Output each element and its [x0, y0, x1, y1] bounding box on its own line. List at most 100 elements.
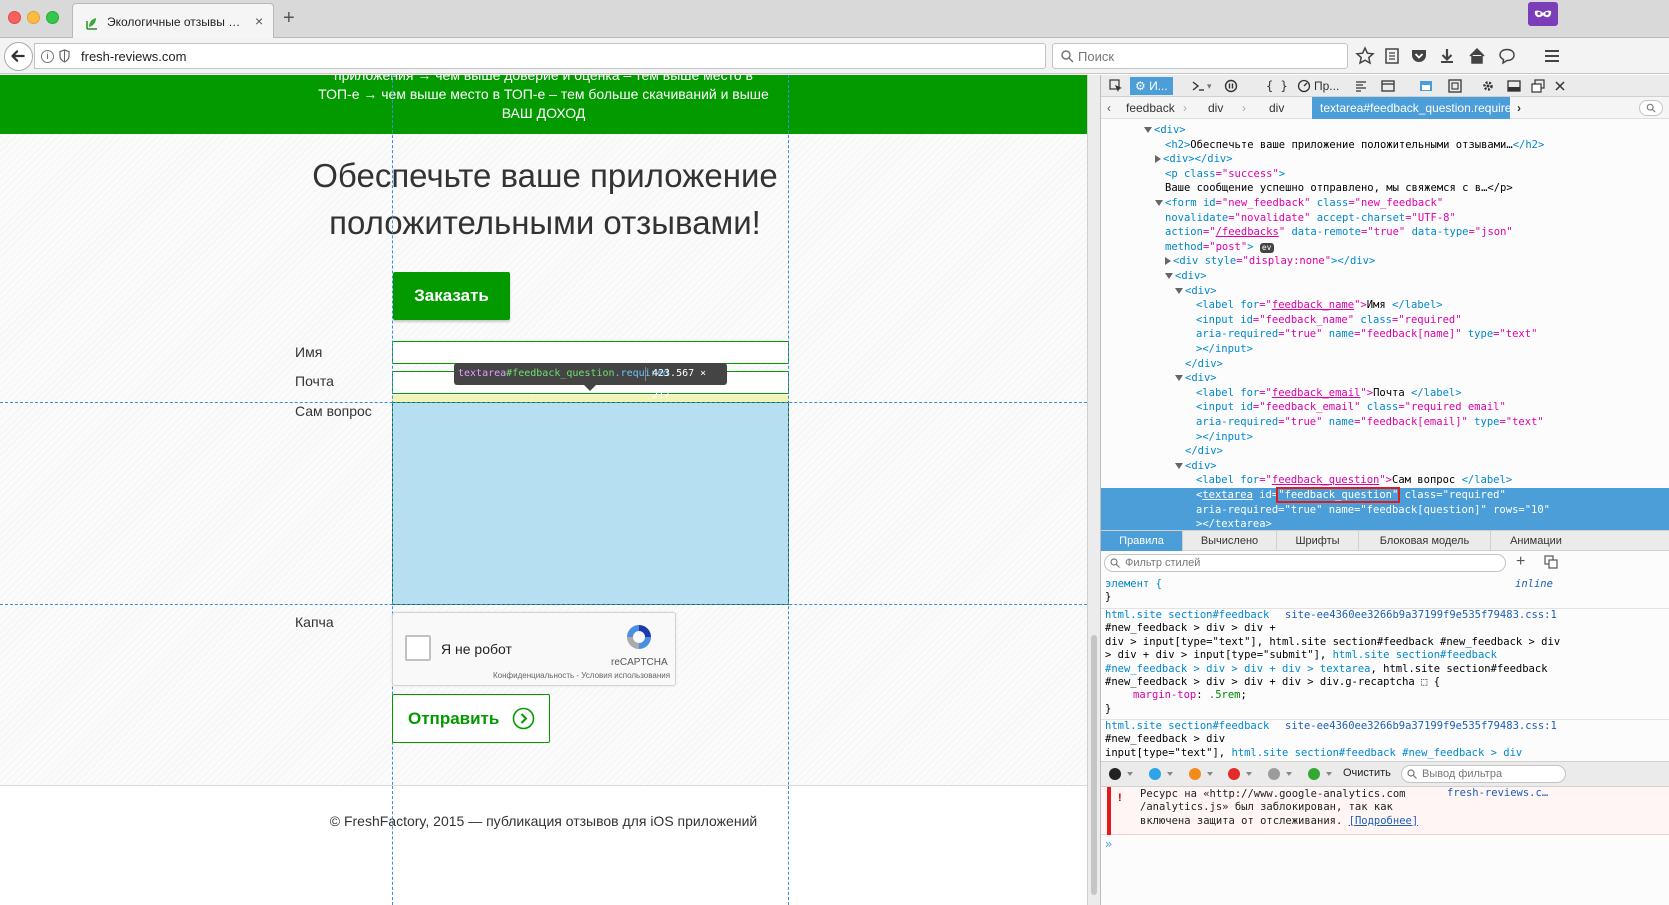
markup-node[interactable]: <input id="feedback_email" class="requir…	[1101, 400, 1669, 415]
markup-node[interactable]: action="/feedbacks" data-remote="true" d…	[1101, 225, 1669, 240]
undock-icon[interactable]	[1531, 79, 1545, 93]
style-filter-input[interactable]: Фильтр стилей	[1104, 554, 1506, 572]
dropdown-icon[interactable]	[1127, 772, 1133, 776]
rule-selector[interactable]: #new_feedback > div > div +	[1105, 622, 1665, 635]
info-icon[interactable]: i	[41, 50, 54, 63]
tab-performance[interactable]: Пр...	[1314, 77, 1339, 95]
rule-selector[interactable]: #new_feedback > div	[1105, 733, 1665, 746]
tab-box-model[interactable]: Блоковая модель	[1359, 531, 1491, 551]
markup-node[interactable]: <h2>Обеспечьте ваше приложение положител…	[1101, 138, 1669, 153]
screenshot-icon[interactable]	[1419, 79, 1433, 93]
id-attribute-highlight[interactable]: "feedback_question"	[1276, 487, 1401, 503]
markup-node[interactable]: <div>	[1101, 459, 1669, 474]
close-window-button[interactable]	[8, 11, 21, 24]
breadcrumb-item[interactable]: div	[1269, 101, 1284, 115]
filter-css-toggle[interactable]	[1149, 768, 1161, 780]
rule-selector[interactable]: > div + div > input[type="submit"], html…	[1105, 649, 1665, 662]
rule-source-link[interactable]: site-ee4360ee3266b9a37199f9e535f79483.cs…	[1285, 609, 1557, 621]
style-editor-button[interactable]: { }	[1266, 77, 1288, 95]
learn-more-link[interactable]: [Подробнее]	[1349, 815, 1419, 827]
markup-node[interactable]: <div>	[1101, 371, 1669, 386]
rule-selector[interactable]: #new_feedback > div > div + div > textar…	[1105, 663, 1665, 676]
back-button[interactable]	[4, 42, 33, 71]
markup-node-selected[interactable]: aria-required="true" name="feedback[ques…	[1101, 502, 1669, 518]
markup-node[interactable]: <label for="feedback_name">Имя </label>	[1101, 298, 1669, 313]
filter-server-toggle[interactable]	[1308, 768, 1320, 780]
debugger-icon[interactable]	[1224, 79, 1238, 93]
markup-node[interactable]: </div>	[1101, 444, 1669, 459]
bookmark-star-icon[interactable]	[1355, 46, 1375, 66]
console-icon[interactable]	[1191, 79, 1205, 93]
settings-gear-icon[interactable]	[1481, 79, 1495, 93]
network-icon[interactable]	[1354, 79, 1368, 93]
markup-node[interactable]: aria-required="true" name="feedback[emai…	[1101, 415, 1669, 430]
responsive-design-icon[interactable]	[1381, 79, 1395, 93]
minimize-window-button[interactable]	[27, 11, 40, 24]
filter-js-toggle[interactable]	[1189, 768, 1201, 780]
tab-animations[interactable]: Анимации	[1491, 531, 1581, 551]
dropdown-icon[interactable]	[1167, 772, 1173, 776]
markup-node[interactable]: <label for="feedback_email">Почта </labe…	[1101, 386, 1669, 401]
add-rule-button[interactable]: +	[1516, 553, 1525, 571]
markup-node[interactable]: ></input>	[1101, 342, 1669, 357]
markup-node[interactable]: <div></div>	[1101, 152, 1669, 167]
filter-logging-toggle[interactable]	[1268, 768, 1280, 780]
markup-search-icon[interactable]	[1639, 100, 1663, 116]
pocket-icon[interactable]	[1409, 46, 1429, 66]
event-badge[interactable]: ev	[1259, 242, 1274, 253]
dropdown-icon[interactable]	[1286, 772, 1292, 776]
breadcrumb-item[interactable]: feedback	[1126, 101, 1175, 115]
breadcrumb-prev-icon[interactable]: ‹	[1107, 101, 1111, 115]
rule-selector[interactable]: #new_feedback > div > div + div > div.g-…	[1105, 676, 1665, 689]
dropdown-icon[interactable]	[1207, 772, 1213, 776]
markup-node[interactable]: novalidate="novalidate" accept-charset="…	[1101, 211, 1669, 226]
rule-source-link[interactable]: inline	[1515, 578, 1553, 590]
markup-node[interactable]: <label for="feedback_question">Сам вопро…	[1101, 473, 1669, 488]
breadcrumb-item[interactable]: div	[1208, 101, 1223, 115]
rule-declaration[interactable]: margin-top: .5rem;	[1105, 689, 1665, 702]
download-icon[interactable]	[1437, 46, 1457, 66]
markup-node[interactable]: <form id="new_feedback" class="new_feedb…	[1101, 196, 1669, 211]
breadcrumb-next-icon[interactable]: ›	[1517, 101, 1521, 115]
bookmarks-list-icon[interactable]	[1382, 46, 1402, 66]
page-scrollbar-thumb[interactable]	[1091, 635, 1097, 895]
markup-node-selected[interactable]: <textarea id="feedback_question" class="…	[1101, 487, 1669, 503]
markup-node[interactable]: <div>	[1101, 123, 1669, 138]
markup-node[interactable]: <div>	[1101, 284, 1669, 299]
tab-fresh-reviews[interactable]: Экологичные отзывы для i... ×	[72, 3, 274, 39]
console-input-prompt[interactable]: »	[1105, 837, 1112, 851]
devtools-splitter[interactable]	[1087, 75, 1101, 905]
submit-button[interactable]: Отправить	[392, 694, 550, 743]
element-picker-icon[interactable]	[1109, 79, 1123, 93]
order-button[interactable]: Заказать	[393, 272, 510, 320]
tab-close-icon[interactable]: ×	[255, 13, 263, 29]
question-textarea[interactable]	[392, 402, 789, 605]
search-bar[interactable]: Поиск	[1052, 43, 1348, 69]
rule-source-link[interactable]: site-ee4360ee3266b9a37199f9e535f79483.cs…	[1285, 720, 1557, 732]
recaptcha-checkbox[interactable]	[405, 635, 431, 661]
tab-computed[interactable]: Вычислено	[1183, 531, 1277, 551]
markup-node[interactable]: <input id="feedback_name" class="require…	[1101, 313, 1669, 328]
markup-node[interactable]: <div>	[1101, 269, 1669, 284]
markup-node[interactable]: aria-required="true" name="feedback[name…	[1101, 327, 1669, 342]
dock-side-icon[interactable]	[1507, 79, 1521, 93]
message-source-link[interactable]: fresh-reviews.c…	[1447, 787, 1548, 799]
clear-console-button[interactable]: Очистить	[1343, 767, 1391, 779]
close-icon[interactable]	[1553, 79, 1567, 93]
breadcrumb-active-item[interactable]: textarea#feedback_question.required	[1312, 97, 1518, 119]
recaptcha-terms-link[interactable]: Конфиденциальность - Условия использован…	[493, 671, 670, 680]
tab-inspector[interactable]: ⚙ И...	[1130, 77, 1173, 95]
new-tab-button[interactable]: +	[283, 8, 295, 28]
frame-icon[interactable]	[1448, 79, 1462, 93]
tab-rules[interactable]: Правила	[1101, 531, 1183, 551]
markup-node-selected[interactable]: ></textarea>	[1101, 517, 1669, 530]
markup-node[interactable]: <div style="display:none"></div>	[1101, 254, 1669, 269]
url-bar[interactable]: i fresh-reviews.com ⟳	[34, 43, 1068, 69]
name-input[interactable]	[392, 341, 789, 364]
filter-errors-toggle[interactable]	[1109, 768, 1121, 780]
markup-node[interactable]: <p class="success">	[1101, 167, 1669, 182]
markup-node[interactable]: method="post"> ev	[1101, 240, 1669, 255]
menu-icon[interactable]	[1542, 46, 1562, 66]
dropdown-icon[interactable]	[1326, 772, 1332, 776]
zoom-window-button[interactable]	[46, 11, 59, 24]
